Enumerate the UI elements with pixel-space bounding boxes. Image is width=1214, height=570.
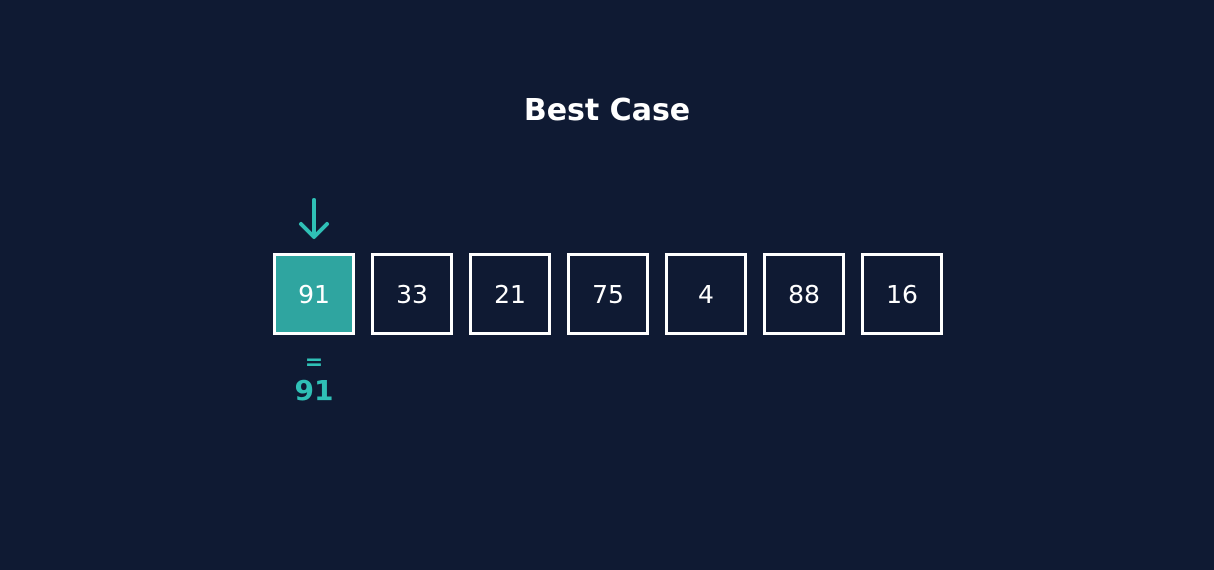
array-cell-3: 75 bbox=[567, 253, 649, 335]
array-cell-2: 21 bbox=[469, 253, 551, 335]
array-cell-4: 4 bbox=[665, 253, 747, 335]
comparison-result: = 91 bbox=[273, 352, 355, 408]
array-cell-0: 91 bbox=[273, 253, 355, 335]
array-cell-5: 88 bbox=[763, 253, 845, 335]
arrow-down-icon bbox=[296, 198, 332, 242]
target-value: 91 bbox=[294, 374, 334, 407]
array-row: 91 33 21 75 4 88 16 bbox=[273, 253, 943, 335]
array-cell-6: 16 bbox=[861, 253, 943, 335]
equals-sign: = bbox=[304, 350, 324, 375]
array-cell-1: 33 bbox=[371, 253, 453, 335]
diagram-title: Best Case bbox=[523, 93, 691, 128]
